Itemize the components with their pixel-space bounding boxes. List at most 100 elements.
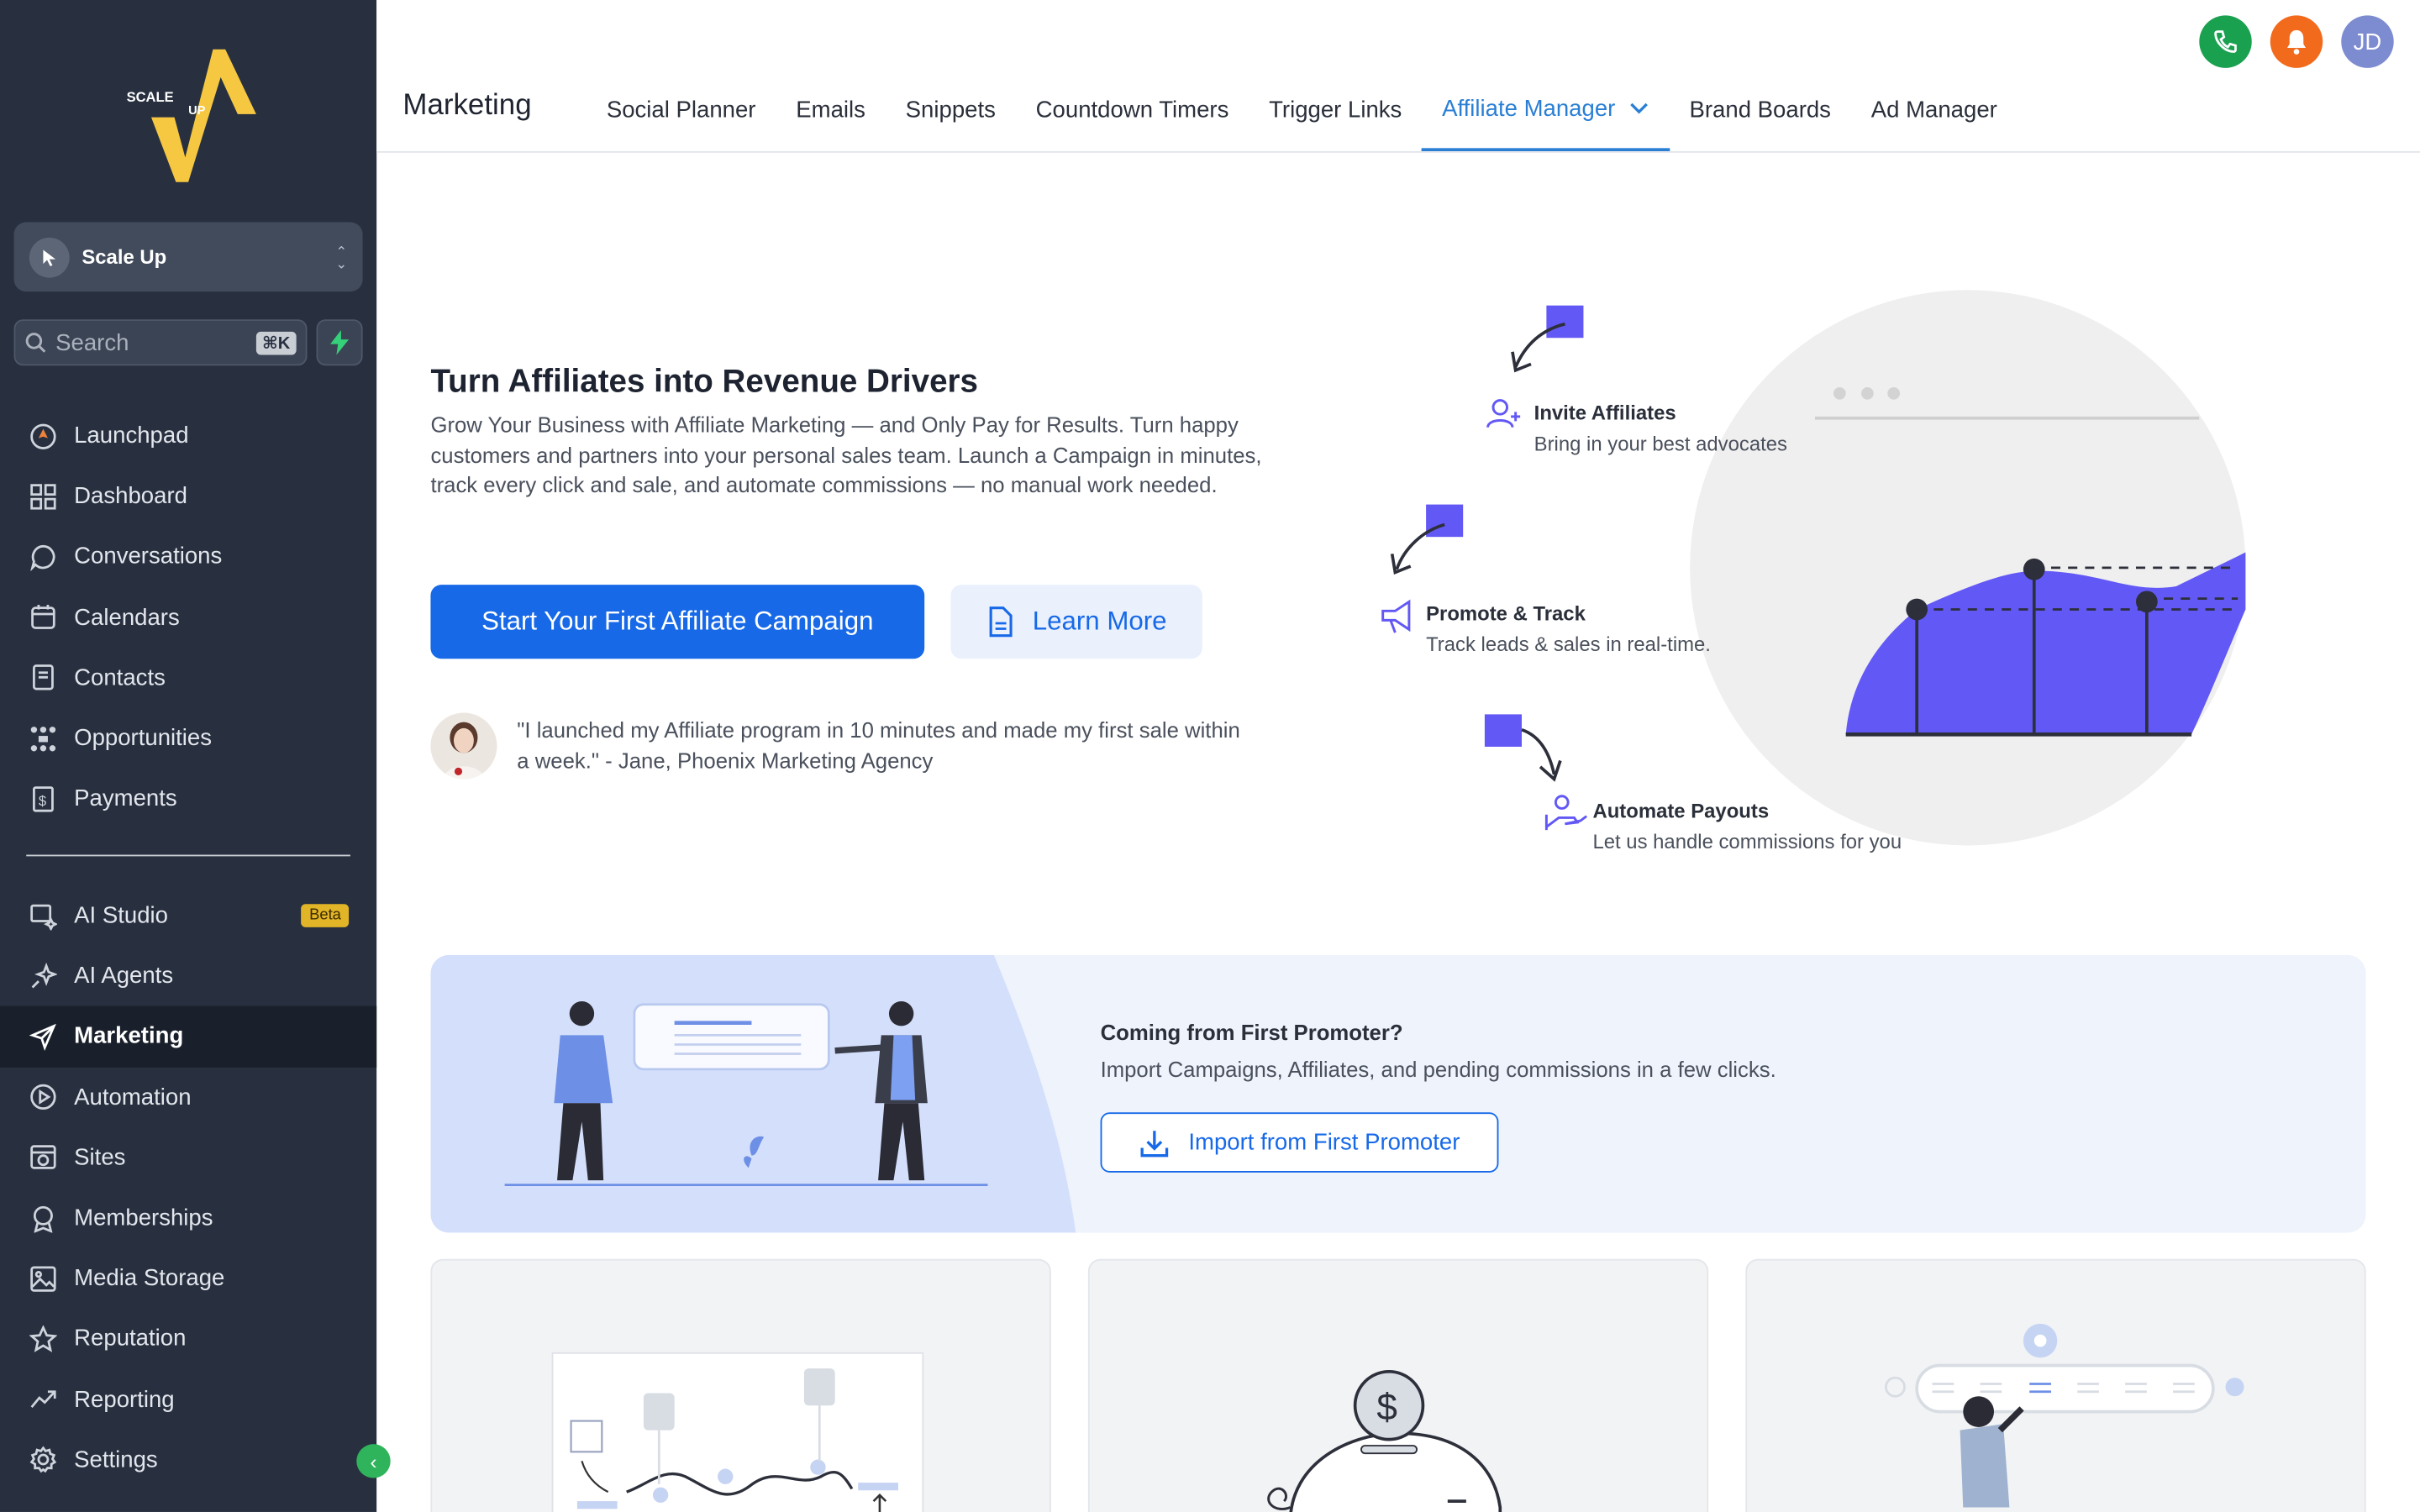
sidebar-item-memberships[interactable]: Memberships (0, 1188, 376, 1248)
image-icon (28, 1263, 59, 1294)
step-payouts-desc: Let us handle commissions for you (1592, 830, 1902, 853)
gear-icon (28, 1445, 59, 1476)
opportunities-icon (28, 723, 59, 754)
user-avatar[interactable]: JD (2341, 15, 2394, 68)
feature-card-links (1745, 1258, 2366, 1512)
location-switcher[interactable]: Scale Up ⌃ ⌄ (13, 222, 363, 292)
invite-affiliates-icon (1486, 399, 1521, 428)
testimonial-avatar (430, 712, 497, 780)
megaphone-icon (1381, 599, 1411, 633)
page-title: Marketing (402, 89, 532, 123)
svg-text:$: $ (1376, 1387, 1397, 1428)
marketing-tabs: Social Planner Emails Snippets Countdown… (587, 68, 2018, 151)
tab-countdown-timers[interactable]: Countdown Timers (1016, 68, 1249, 151)
top-navigation: Marketing Social Planner Emails Snippets… (376, 0, 2420, 153)
hero-description: Grow Your Business with Affiliate Market… (430, 412, 1262, 497)
sidebar-item-media-storage[interactable]: Media Storage (0, 1248, 376, 1309)
testimonial-text: "I launched my Affiliate program in 10 m… (517, 717, 1240, 773)
sidebar-item-settings[interactable]: Settings (0, 1430, 376, 1490)
feature-card-payouts: $ (1087, 1258, 1709, 1512)
sidebar-item-marketing[interactable]: Marketing (0, 1006, 377, 1068)
sidebar-nav-primary: Launchpad Dashboard Conversations Calend… (0, 406, 376, 829)
sidebar-item-label: Reporting (74, 1386, 175, 1413)
quick-action-button[interactable] (316, 319, 363, 366)
chevron-left-icon: ‹ (370, 1449, 377, 1473)
notifications-button[interactable] (2270, 15, 2323, 68)
sidebar-item-label: Calendars (74, 604, 180, 631)
location-name: Scale Up (82, 245, 167, 269)
sidebar-item-label: Media Storage (74, 1265, 225, 1292)
step-invite-desc: Bring in your best advocates (1534, 432, 1787, 455)
tab-ad-manager[interactable]: Ad Manager (1851, 68, 2018, 151)
payout-hand-icon (1544, 795, 1588, 831)
sites-icon (28, 1142, 59, 1173)
search-placeholder: Search (55, 329, 129, 356)
search-input[interactable]: Search ⌘K (13, 319, 308, 366)
tracking-illustration (551, 1352, 924, 1512)
badge-icon (28, 1203, 59, 1234)
sidebar-item-launchpad[interactable]: Launchpad (0, 406, 376, 466)
sidebar-item-label: Launchpad (74, 423, 189, 449)
banner-title: Coming from First Promoter? (1100, 1020, 1403, 1045)
sidebar-divider (26, 854, 350, 857)
search-shortcut: ⌘K (255, 330, 297, 354)
svg-text:UP: UP (188, 104, 206, 118)
sidebar-item-label: Memberships (74, 1205, 213, 1231)
sidebar-item-label: Marketing (74, 1023, 184, 1050)
sidebar-item-label: Dashboard (74, 483, 187, 510)
import-button-label: Import from First Promoter (1188, 1129, 1460, 1156)
sidebar-item-contacts[interactable]: Contacts (0, 648, 376, 708)
bell-icon (2286, 29, 2307, 55)
beta-badge: Beta (301, 904, 350, 928)
sparkle-icon (28, 961, 59, 992)
sidebar-item-calendars[interactable]: Calendars (0, 587, 376, 648)
sidebar-item-conversations[interactable]: Conversations (0, 527, 376, 587)
tab-social-planner[interactable]: Social Planner (587, 68, 776, 151)
step-invite-title: Invite Affiliates (1534, 401, 1676, 425)
sidebar-item-dashboard[interactable]: Dashboard (0, 466, 376, 527)
chevron-down-icon (1629, 102, 1648, 114)
sidebar-item-label: AI Agents (74, 963, 174, 990)
tab-snippets[interactable]: Snippets (886, 68, 1016, 151)
sidebar-item-ai-studio[interactable]: AI Studio Beta (0, 885, 376, 946)
send-icon (28, 1021, 59, 1053)
automation-icon (28, 1082, 59, 1113)
sidebar-item-reporting[interactable]: Reporting (0, 1369, 376, 1430)
chat-icon (28, 542, 59, 573)
sidebar: SCALE UP Scale Up ⌃ ⌄ Search ⌘K Launchpad (0, 0, 391, 1512)
document-icon (989, 606, 1013, 638)
sidebar-item-automation[interactable]: Automation (0, 1067, 376, 1127)
import-first-promoter-button[interactable]: Import from First Promoter (1100, 1112, 1499, 1173)
chevron-updown-icon: ⌃ ⌄ (335, 243, 348, 271)
collapse-sidebar-button[interactable]: ‹ (356, 1444, 391, 1478)
learn-more-button[interactable]: Learn More (950, 585, 1202, 659)
tab-brand-boards[interactable]: Brand Boards (1670, 68, 1851, 151)
payments-icon: $ (28, 784, 59, 815)
search-icon (25, 333, 46, 353)
affiliate-links-illustration (1885, 1323, 2244, 1508)
tab-emails[interactable]: Emails (776, 68, 885, 151)
sidebar-item-ai-agents[interactable]: AI Agents (0, 946, 376, 1006)
phone-button[interactable] (2199, 15, 2252, 68)
sidebar-item-label: Sites (74, 1144, 126, 1171)
tab-trigger-links[interactable]: Trigger Links (1249, 68, 1422, 151)
location-icon (29, 236, 70, 277)
svg-text:SCALE: SCALE (127, 89, 174, 105)
tab-affiliate-manager[interactable]: Affiliate Manager (1422, 68, 1670, 151)
ai-studio-icon (28, 900, 59, 932)
sidebar-item-label: Opportunities (74, 725, 213, 752)
hero-title: Turn Affiliates into Revenue Drivers (430, 364, 979, 400)
step-promote-desc: Track leads & sales in real-time. (1426, 633, 1711, 656)
svg-text:$: $ (39, 792, 46, 808)
sidebar-item-payments[interactable]: $ Payments (0, 769, 376, 829)
sidebar-item-sites[interactable]: Sites (0, 1127, 376, 1188)
contacts-icon (28, 663, 59, 694)
sidebar-item-reputation[interactable]: Reputation (0, 1309, 376, 1369)
piggy-bank-illustration: $ (1267, 1369, 1502, 1512)
sidebar-item-opportunities[interactable]: Opportunities (0, 708, 376, 769)
import-illustration (430, 954, 1076, 1233)
sidebar-item-label: Contacts (74, 664, 166, 691)
scale-up-logo[interactable]: SCALE UP (120, 34, 259, 188)
grid-icon (28, 481, 59, 512)
start-campaign-button[interactable]: Start Your First Affiliate Campaign (430, 585, 925, 659)
